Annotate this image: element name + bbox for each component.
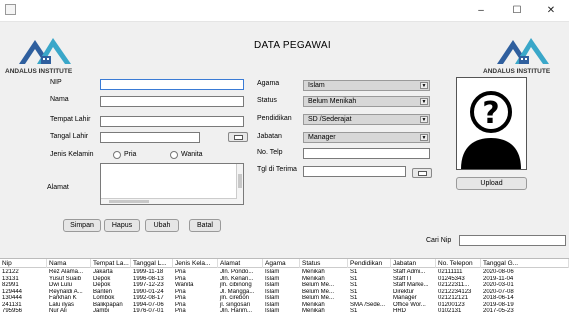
- column-header[interactable]: Agama: [263, 259, 300, 268]
- upload-button[interactable]: Upload: [456, 177, 527, 190]
- table-cell: 795956: [2, 308, 23, 314]
- column-header[interactable]: Alamat: [218, 259, 263, 268]
- tgl-terima-calendar-button[interactable]: [412, 168, 432, 178]
- logo-right: ANDALUS INSTITUTE: [483, 34, 565, 75]
- logo-mark-icon: [497, 38, 549, 64]
- status-select[interactable]: Belum Menikah ▼: [303, 96, 430, 107]
- column-header[interactable]: No. Telepon: [436, 259, 481, 268]
- radio-pria[interactable]: [113, 151, 121, 159]
- pendidikan-select[interactable]: SD /Sederajat ▼: [303, 114, 430, 125]
- jabatan-select[interactable]: Manager ▼: [303, 132, 430, 143]
- table-cell: S1: [350, 308, 358, 314]
- chevron-down-icon: ▼: [420, 134, 428, 141]
- table-cell: 0102131: [438, 308, 462, 314]
- tgl-terima-input[interactable]: [303, 166, 406, 177]
- radio-pria-label: Pria: [124, 151, 137, 158]
- column-header[interactable]: Pendidikan: [348, 259, 391, 268]
- batal-button[interactable]: Batal: [189, 219, 221, 232]
- photo-placeholder: ?: [456, 77, 527, 170]
- hapus-button[interactable]: Hapus: [104, 219, 140, 232]
- logo-left: ANDALUS INSTITUTE: [5, 34, 87, 75]
- alamat-vertical-scrollbar[interactable]: [236, 164, 243, 204]
- scroll-thumb[interactable]: [109, 200, 149, 203]
- status-label: Status: [257, 97, 277, 104]
- simpan-button[interactable]: Simpan: [63, 219, 101, 232]
- app-icon: [5, 4, 16, 15]
- table-cell: HRD: [393, 308, 406, 314]
- unknown-person-icon: ?: [461, 91, 521, 169]
- table-cell: Pria: [175, 308, 186, 314]
- column-header[interactable]: Tanggal G...: [481, 259, 569, 268]
- jabatan-label: Jabatan: [257, 133, 282, 140]
- radio-wanita-label: Wanita: [181, 151, 203, 158]
- close-button[interactable]: ✕: [533, 0, 569, 22]
- table-cell: 1976-07-01: [133, 308, 164, 314]
- chevron-down-icon: ▼: [420, 116, 428, 123]
- logo-text: ANDALUS INSTITUTE: [483, 68, 551, 75]
- alamat-horizontal-scrollbar[interactable]: [101, 198, 237, 204]
- agama-select[interactable]: Islam ▼: [303, 80, 430, 91]
- nama-label: Nama: [50, 96, 69, 103]
- nip-input[interactable]: [100, 79, 244, 90]
- table-row[interactable]: 795956 Nur Ali Jambi 1976-07-01 Pria Jln. Har…: [0, 308, 569, 315]
- chevron-down-icon: ▼: [420, 82, 428, 89]
- column-header[interactable]: Nip: [0, 259, 47, 268]
- logo-mark-icon: [19, 38, 71, 64]
- tanggal-lahir-label: Tangal Lahir: [50, 133, 89, 140]
- tempat-lahir-input[interactable]: [100, 116, 244, 127]
- table-cell: Jambi: [93, 308, 110, 314]
- radio-wanita[interactable]: [170, 151, 178, 159]
- jabatan-value: Manager: [308, 134, 336, 141]
- tgl-terima-label: Tgl di Terima: [257, 166, 297, 173]
- page-title: DATA PEGAWAI: [254, 40, 331, 51]
- agama-label: Agama: [257, 80, 280, 87]
- pendidikan-label: Pendidikan: [257, 115, 292, 122]
- search-input[interactable]: [459, 235, 566, 246]
- column-header[interactable]: Tempat La...: [91, 259, 131, 268]
- status-value: Belum Menikah: [308, 98, 357, 105]
- agama-value: Islam: [308, 82, 325, 89]
- alamat-label: Alamat: [47, 184, 69, 191]
- table-cell: Menikah: [302, 308, 325, 314]
- tempat-lahir-label: Tempat Lahir: [50, 116, 91, 123]
- maximize-button[interactable]: ☐: [499, 0, 535, 22]
- logo-text: ANDALUS INSTITUTE: [5, 68, 73, 75]
- jenis-kelamin-label: Jenis Kelamin: [50, 151, 94, 158]
- table-cell: Islam: [265, 308, 280, 314]
- calendar-icon: [418, 171, 427, 176]
- svg-text:?: ?: [482, 96, 499, 131]
- nama-input[interactable]: [100, 96, 244, 107]
- column-header[interactable]: Nama: [47, 259, 91, 268]
- pegawai-table: Nip Nama Tempat La... Tanggal L... Jenis Kel…: [0, 258, 569, 333]
- alamat-textarea[interactable]: [100, 163, 244, 205]
- calendar-icon: [234, 135, 243, 140]
- no-telp-input[interactable]: [303, 148, 430, 159]
- tanggal-lahir-input[interactable]: [100, 132, 200, 143]
- no-telp-label: No. Telp: [257, 149, 283, 156]
- column-header[interactable]: Tanggal L...: [131, 259, 173, 268]
- scroll-thumb[interactable]: [238, 174, 242, 188]
- table-header: Nip Nama Tempat La... Tanggal L... Jenis Kel…: [0, 259, 569, 268]
- table-cell: Nur Ali: [49, 308, 67, 314]
- ubah-button[interactable]: Ubah: [145, 219, 179, 232]
- table-cell: 2017-05-23: [483, 308, 514, 314]
- chevron-down-icon: ▼: [420, 98, 428, 105]
- column-header[interactable]: Jabatan: [391, 259, 436, 268]
- cari-nip-label: Cari Nip: [426, 237, 452, 244]
- table-body: 12122 Rez Alama... Jakarta 1999-11-18 Pria Jl…: [0, 268, 569, 328]
- minimize-button[interactable]: –: [463, 0, 499, 22]
- tanggal-lahir-calendar-button[interactable]: [228, 132, 248, 142]
- pendidikan-value: SD /Sederajat: [308, 116, 352, 123]
- column-header[interactable]: Jenis Kela...: [173, 259, 218, 268]
- title-bar: – ☐ ✕: [0, 0, 569, 22]
- table-cell: Jln. Harim...: [220, 308, 253, 314]
- nip-label: NIP: [50, 79, 62, 86]
- column-header[interactable]: Status: [300, 259, 348, 268]
